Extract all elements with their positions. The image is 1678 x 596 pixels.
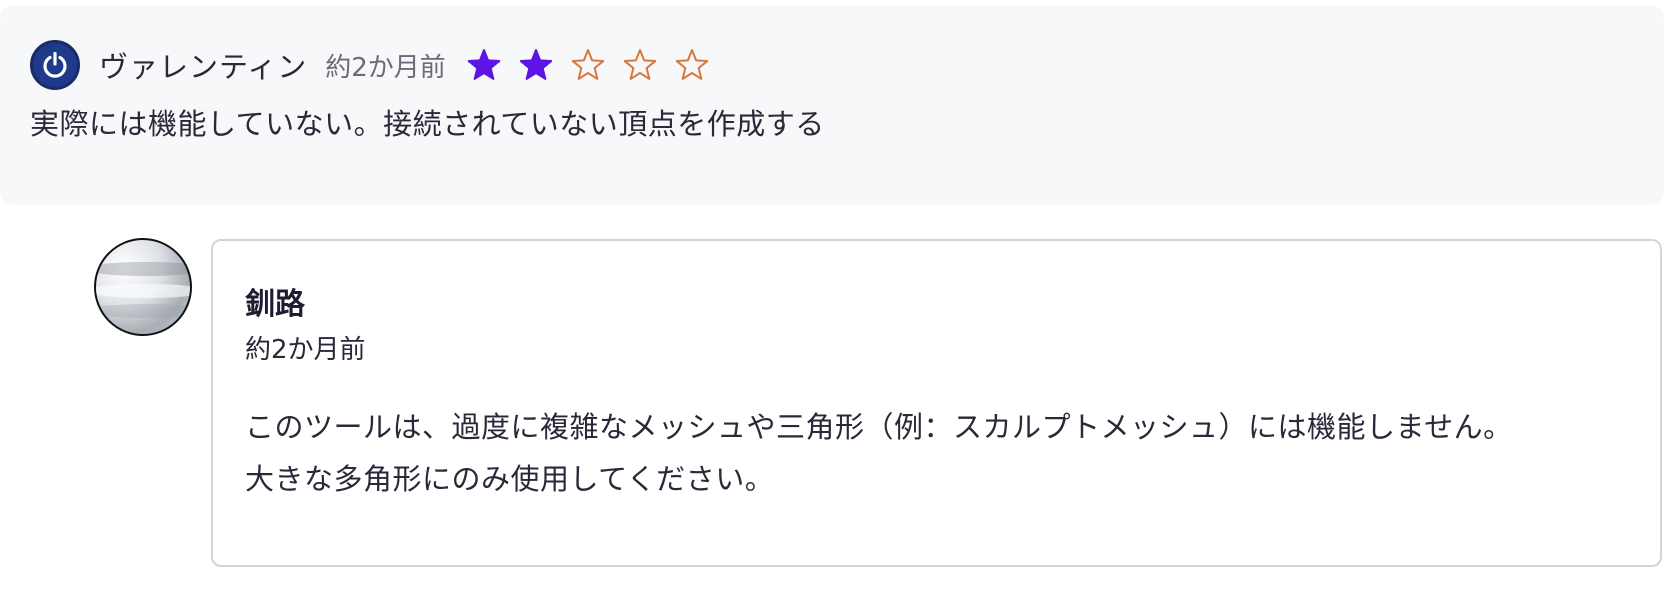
review-header: ヴァレンティン 約2か月前	[30, 38, 726, 92]
reviewer-avatar[interactable]	[30, 40, 80, 90]
star-empty-icon	[675, 49, 709, 80]
star-filled-icon	[519, 49, 553, 80]
reply-body-line: 大きな多角形にのみ使用してください。	[245, 462, 775, 496]
star-rating	[466, 47, 726, 83]
review-time: 約2か月前	[325, 52, 446, 83]
star-empty-icon	[623, 49, 657, 80]
reply-body-line: このツールは、過度に複雑なメッシュや三角形（例：スカルプトメッシュ）には機能しま…	[245, 410, 1513, 444]
reply-time: 約2か月前	[245, 335, 366, 365]
review-card: ヴァレンティン 約2か月前 実際には機能していない。接続されていない頂点を作成す…	[0, 5, 1664, 205]
reviewer-name[interactable]: ヴァレンティン	[99, 44, 307, 86]
star-filled-icon	[467, 49, 501, 80]
reply-card: 釧路 約2か月前 このツールは、過度に複雑なメッシュや三角形（例：スカルプトメッ…	[211, 239, 1662, 567]
reply-author[interactable]: 釧路	[245, 279, 305, 323]
reply-avatar[interactable]	[94, 238, 192, 336]
review-text: 実際には機能していない。接続されていない頂点を作成する	[30, 107, 825, 141]
power-icon	[40, 50, 70, 80]
reply-body: このツールは、過度に複雑なメッシュや三角形（例：スカルプトメッシュ）には機能しま…	[245, 401, 1635, 505]
star-empty-icon	[571, 49, 605, 80]
